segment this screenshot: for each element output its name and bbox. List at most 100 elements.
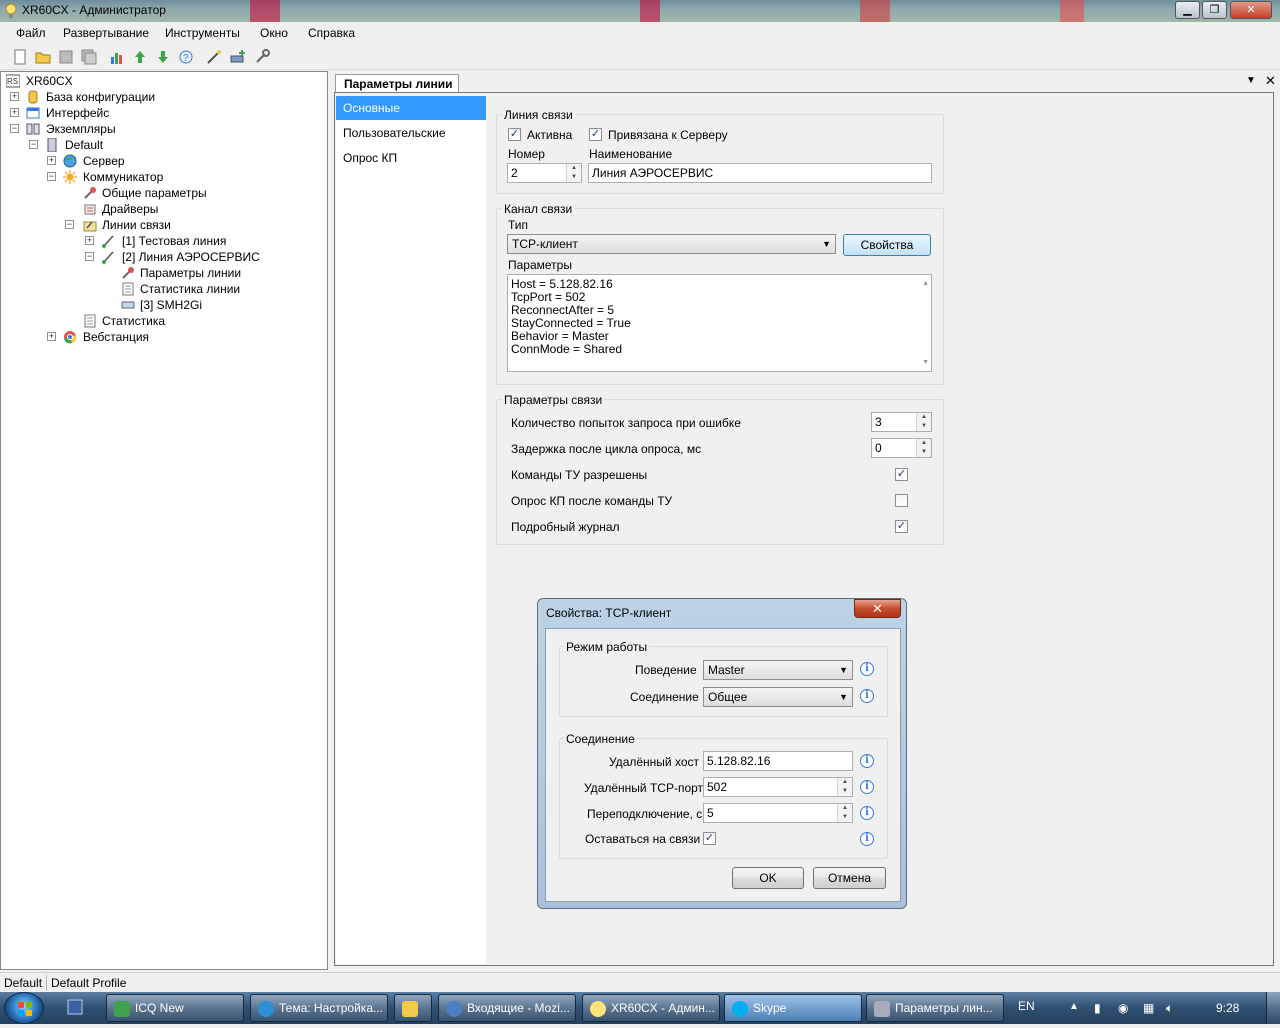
nav-item-custom[interactable]: Пользовательские: [336, 121, 486, 145]
quicklaunch-disk-icon[interactable]: [66, 998, 84, 1016]
menu-deploy[interactable]: Развертывание: [63, 26, 149, 40]
task-explorer[interactable]: [394, 994, 432, 1022]
info-icon[interactable]: i: [860, 780, 874, 794]
tree-item-instances[interactable]: − Экземпляры: [10, 121, 310, 137]
language-indicator[interactable]: EN: [1018, 999, 1035, 1013]
tree-item-default[interactable]: − Default: [29, 137, 309, 153]
active-checkbox[interactable]: ✓: [508, 128, 521, 141]
menu-help[interactable]: Справка: [308, 26, 355, 40]
behavior-select[interactable]: Master ▼: [703, 660, 853, 680]
info-icon[interactable]: i: [860, 832, 874, 846]
new-file-icon[interactable]: [12, 49, 28, 65]
task-browser-topic[interactable]: Тема: Настройка...: [250, 994, 388, 1022]
tree-item-general-params[interactable]: Общие параметры: [83, 185, 313, 201]
tree-item-line-stats[interactable]: Статистика линии: [121, 281, 321, 297]
chart-icon[interactable]: [109, 49, 125, 65]
tray-network-icon[interactable]: ▦: [1143, 1001, 1154, 1015]
expand-icon[interactable]: +: [10, 108, 19, 117]
ok-button[interactable]: OK: [732, 867, 804, 889]
tree-item-aeroservice-line[interactable]: − [2] Линия АЭРОСЕРВИС: [85, 249, 315, 265]
tree-item-config-db[interactable]: + База конфигурации: [10, 89, 310, 105]
tree-item-statistics[interactable]: Статистика: [83, 313, 313, 329]
number-spinner[interactable]: ▲ ▼: [566, 164, 581, 182]
params-memo[interactable]: Host = 5.128.82.16 TcpPort = 502 Reconne…: [507, 274, 932, 372]
collapse-icon[interactable]: −: [47, 172, 56, 181]
save-icon[interactable]: [58, 49, 74, 65]
connection-mode-select[interactable]: Общее ▼: [703, 687, 853, 707]
expand-icon[interactable]: +: [47, 156, 56, 165]
remote-port-input[interactable]: 502: [703, 777, 853, 797]
scroll-down-icon[interactable]: ▼: [922, 356, 929, 369]
collapse-icon[interactable]: −: [10, 124, 19, 133]
nav-item-main[interactable]: Основные: [336, 96, 486, 120]
tree-item-smh2gi[interactable]: [3] SMH2Gi: [121, 297, 321, 313]
properties-button[interactable]: Свойства: [843, 234, 931, 256]
info-icon[interactable]: i: [860, 662, 874, 676]
remote-host-input[interactable]: 5.128.82.16: [703, 751, 853, 771]
reconnect-input[interactable]: 5: [703, 803, 853, 823]
open-folder-icon[interactable]: [35, 49, 51, 65]
menu-tools[interactable]: Инструменты: [165, 26, 240, 40]
tab-line-params[interactable]: Параметры линии 2: [335, 74, 459, 105]
tree-item-webstation[interactable]: + Вебстанция: [47, 329, 307, 345]
show-desktop-button[interactable]: [1266, 992, 1280, 1024]
clock-time[interactable]: 9:28: [1216, 1001, 1239, 1015]
commands-checkbox[interactable]: ✓: [895, 468, 908, 481]
task-skype[interactable]: Skype: [724, 994, 862, 1022]
tree-item-lines[interactable]: − Линии связи: [65, 217, 315, 233]
save-all-icon[interactable]: [81, 49, 97, 65]
add-device-icon[interactable]: [230, 49, 246, 65]
stay-connected-checkbox[interactable]: ✓: [703, 832, 716, 845]
info-icon[interactable]: i: [860, 754, 874, 768]
task-line-params[interactable]: Параметры лин...: [866, 994, 1004, 1022]
menu-window[interactable]: Окно: [260, 26, 288, 40]
close-button[interactable]: ✕: [1230, 1, 1272, 19]
tab-dropdown-icon[interactable]: ▼: [1246, 75, 1256, 86]
svg-text:RS: RS: [7, 77, 18, 86]
info-icon[interactable]: i: [860, 806, 874, 820]
bound-checkbox[interactable]: ✓: [589, 128, 602, 141]
reconnect-spinner[interactable]: ▲ ▼: [837, 804, 852, 822]
detailed-log-checkbox[interactable]: ✓: [895, 520, 908, 533]
cancel-button[interactable]: Отмена: [813, 867, 886, 889]
tree-item-communicator[interactable]: − Коммуникатор: [47, 169, 307, 185]
info-icon[interactable]: i: [860, 689, 874, 703]
collapse-icon[interactable]: −: [65, 220, 74, 229]
tree-item-test-line[interactable]: + [1] Тестовая линия: [85, 233, 315, 249]
download-icon[interactable]: [155, 49, 171, 65]
tree-item-line-params[interactable]: Параметры линии: [121, 265, 321, 281]
help-icon[interactable]: ?: [178, 49, 194, 65]
collapse-icon[interactable]: −: [85, 252, 94, 261]
tray-arrow-icon[interactable]: ▲: [1069, 1001, 1079, 1012]
tray-volume-icon[interactable]: 🔈︎: [1166, 1001, 1173, 1016]
collapse-icon[interactable]: −: [29, 140, 38, 149]
tree-item-drivers[interactable]: Драйверы: [83, 201, 313, 217]
upload-icon[interactable]: [132, 49, 148, 65]
tree-item-server[interactable]: + Сервер: [47, 153, 307, 169]
expand-icon[interactable]: +: [85, 236, 94, 245]
tree-item-interface[interactable]: + Интерфейс: [10, 105, 310, 121]
scroll-up-icon[interactable]: ▲: [922, 277, 929, 290]
menu-file[interactable]: Файл: [16, 26, 46, 40]
tray-disc-icon[interactable]: ◉: [1118, 1001, 1128, 1015]
tab-close-icon[interactable]: ✕: [1265, 73, 1276, 89]
maximize-button[interactable]: ❐: [1202, 1, 1227, 19]
poll-after-checkbox[interactable]: [895, 494, 908, 507]
task-xr60cx[interactable]: XR60CX - Админ...: [582, 994, 720, 1022]
tray-plug-icon[interactable]: ▮: [1094, 1001, 1101, 1015]
wand-icon[interactable]: [206, 49, 222, 65]
minimize-button[interactable]: ▁: [1175, 1, 1200, 19]
tools-icon[interactable]: [254, 49, 270, 65]
start-button[interactable]: [4, 992, 44, 1024]
nav-item-polling[interactable]: Опрос КП: [336, 146, 486, 170]
type-select[interactable]: TCP-клиент ▼: [507, 234, 836, 254]
task-thunderbird[interactable]: Входящие - Mozi...: [438, 994, 576, 1022]
retries-spinner[interactable]: ▲ ▼: [916, 413, 931, 431]
task-icq[interactable]: ICQ New: [106, 994, 244, 1022]
expand-icon[interactable]: +: [47, 332, 56, 341]
dialog-close-button[interactable]: ✕: [854, 599, 901, 618]
expand-icon[interactable]: +: [10, 92, 19, 101]
name-input[interactable]: Линия АЭРОСЕРВИС: [588, 163, 932, 183]
port-spinner[interactable]: ▲ ▼: [837, 778, 852, 796]
delay-spinner[interactable]: ▲ ▼: [916, 439, 931, 457]
